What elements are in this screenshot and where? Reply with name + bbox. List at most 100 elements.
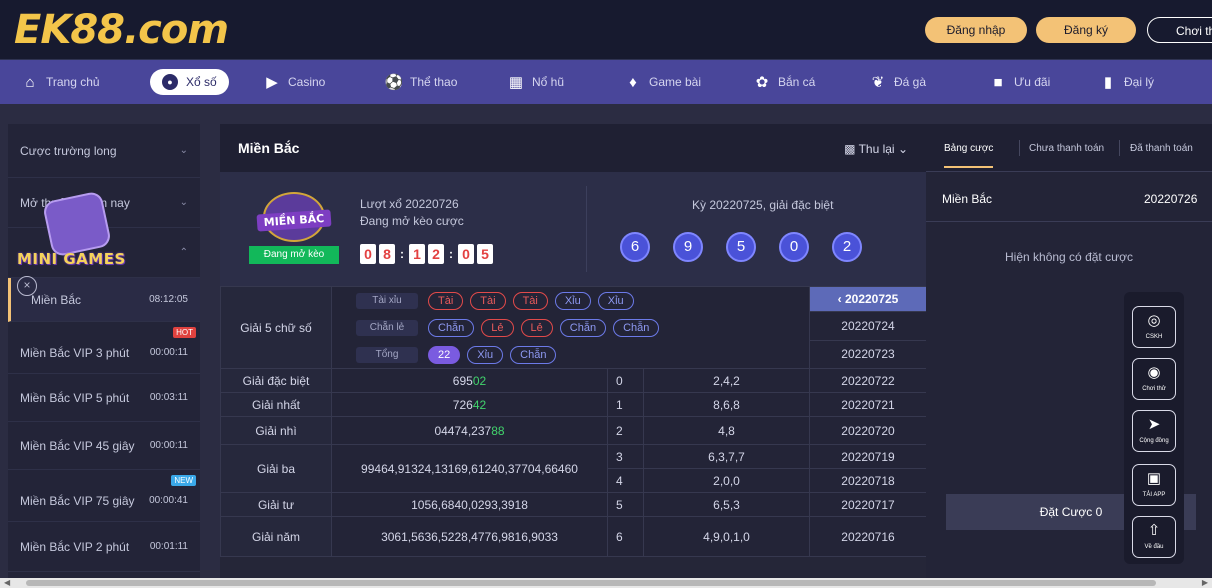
pill: Tài [428, 291, 464, 310]
home-icon: ⌂ [25, 73, 35, 91]
tab-bet-board[interactable]: Bảng cược [944, 143, 994, 168]
table-row: Giải tư 1056,6840,0293,3918 5 6,5,3 2022… [220, 492, 927, 517]
divider [926, 221, 1212, 222]
register-button[interactable]: Đăng ký [1036, 17, 1136, 43]
close-icon[interactable]: × [17, 276, 37, 296]
scrollbar-thumb[interactable] [26, 580, 1156, 586]
bet-tabs: Bảng cược Chưa thanh toán Đã thanh toán [926, 124, 1212, 172]
divider [586, 186, 587, 272]
date-item-active[interactable]: ‹ 20220725 [809, 285, 927, 313]
community-label: Cộng đồng [1139, 438, 1169, 444]
result-ball: 5 [726, 232, 756, 262]
nav-item-promo[interactable]: ■ Ưu đãi [990, 60, 1050, 104]
countdown-digit: 5 [477, 244, 493, 264]
result-ball: 9 [673, 232, 703, 262]
chevron-down-icon: ⌄ [179, 145, 188, 156]
nav-label: Thể thao [410, 75, 458, 89]
back-to-top-label: Về đầu [1144, 544, 1164, 550]
sidebar-item-vip-2[interactable]: Miền Bắc VIP 2 phút 00:01:11 [8, 522, 200, 572]
empty-message: Hiện không có đặt cược [1005, 250, 1133, 264]
bet-region: Miền Bắc [942, 192, 993, 206]
top-header: EK88.com Đăng nhập Đăng ký Chơi th [0, 0, 1212, 60]
nav-item-cardgame[interactable]: ♦ Game bài [625, 60, 701, 104]
scroll-right-icon[interactable]: ▶ [1202, 578, 1208, 587]
pill: Lẻ [481, 318, 514, 337]
pill: Tài [470, 291, 506, 310]
date-item[interactable]: 20220722 [809, 368, 927, 393]
nav-item-casino[interactable]: ▶ Casino [264, 60, 325, 104]
open-status-badge: Đang mở kèo [249, 246, 339, 264]
scroll-left-icon[interactable]: ◀ [4, 578, 10, 587]
prize-value: 3061,5636,5228,4776,9816,9033 [331, 516, 608, 557]
pill: Xỉu [554, 291, 591, 310]
countdown-digit: 8 [379, 244, 395, 264]
prize-value: 69502 [331, 368, 608, 393]
prize-value: 1056,6840,0293,3918 [331, 492, 608, 517]
fish-icon: ✿ [755, 74, 769, 91]
nav-item-lottery[interactable]: ● Xổ số [150, 69, 229, 95]
horizontal-scrollbar[interactable]: ◀ ▶ [0, 578, 1212, 588]
date-item[interactable]: 20220716 [809, 516, 927, 557]
sidebar-item-time: 00:00:41 [149, 495, 188, 506]
arrow-up-icon: ⇧ [1147, 522, 1161, 539]
table-row: Giải đặc biệt 69502 0 2,4,2 20220722 [220, 368, 927, 393]
head-index: 2 [607, 416, 644, 445]
nav-label: Nổ hũ [532, 75, 565, 89]
date-item[interactable]: 20220718 [809, 468, 927, 493]
mien-bac-badge: MIỀN BẮC Đang mở kèo [249, 192, 339, 264]
date-label: 20220725 [844, 292, 899, 307]
nav-item-cockfight[interactable]: ❦ Đá gà [870, 60, 926, 104]
community-button[interactable]: ➤ Cộng đồng [1132, 410, 1176, 452]
nav-item-sports[interactable]: ⚽ Thể thao [385, 60, 458, 104]
nav-item-home[interactable]: ⌂ Trang chủ [22, 60, 99, 104]
nav-label: Xổ số [186, 75, 217, 89]
prize-name: Giải đặc biệt [220, 368, 332, 393]
countdown: 0 8 : 1 2 : 0 5 [360, 244, 493, 264]
tab-settled[interactable]: Đã thanh toán [1130, 143, 1193, 154]
sidebar-item-vip-5[interactable]: Miền Bắc VIP 5 phút 00:03:11 [8, 374, 200, 422]
prize-name: Giải nhì [220, 416, 332, 445]
sidebar-item-vip-75s[interactable]: NEW Miền Bắc VIP 75 giây 00:00:41 [8, 470, 200, 522]
date-item[interactable]: 20220721 [809, 392, 927, 417]
collapse-button[interactable]: ▩ Thu lại ⌄ [844, 142, 908, 156]
nav-item-slots[interactable]: ▦ Nổ hũ [508, 60, 564, 104]
sidebar-item-long-streak[interactable]: Cược trường long ⌄ [8, 124, 200, 178]
try-play-label: Chơi thử [1142, 386, 1166, 392]
results-panel: Miền Bắc ▩ Thu lại ⌄ MIỀN BẮC Đang mở kè… [220, 124, 927, 588]
date-item[interactable]: 20220720 [809, 416, 927, 445]
download-app-button[interactable]: ▣ TẢI APP [1132, 464, 1176, 506]
prev-draw-label: Kỳ 20220725, giải đặc biệt [692, 198, 834, 212]
support-button[interactable]: ◎ CSKH [1132, 306, 1176, 348]
head-index: 5 [607, 492, 644, 517]
try-play-button[interactable]: ◉ Chơi thử [1132, 358, 1176, 400]
sidebar-item-time: 00:00:11 [149, 440, 188, 451]
tab-divider [1019, 140, 1020, 156]
date-item[interactable]: 20220723 [809, 339, 927, 370]
login-button[interactable]: Đăng nhập [925, 17, 1027, 43]
countdown-digit: 0 [458, 244, 474, 264]
back-to-top-button[interactable]: ⇧ Về đầu [1132, 516, 1176, 558]
date-item[interactable]: 20220717 [809, 492, 927, 517]
countdown-digit: 2 [428, 244, 444, 264]
sidebar-item-label: Miền Bắc VIP 75 giây [20, 493, 135, 508]
try-button[interactable]: Chơi th [1147, 17, 1212, 43]
ek88-logo[interactable]: EK88.com [14, 10, 229, 50]
nav-item-agent[interactable]: ▮ Đại lý [1100, 60, 1154, 104]
date-item[interactable]: 20220724 [809, 311, 927, 341]
sidebar-item-vip-3[interactable]: HOT Miền Bắc VIP 3 phút 00:00:11 [8, 322, 200, 374]
sidebar-item-vip-45s[interactable]: Miền Bắc VIP 45 giây 00:00:11 [8, 422, 200, 470]
mini-games-widget[interactable]: MINI GAMES × [17, 190, 129, 296]
prize-digits: 04474,237 [434, 423, 492, 438]
head-index: 0 [607, 368, 644, 393]
pill: Tài [512, 291, 548, 310]
combo-label: Chẵn lẻ [356, 319, 418, 336]
table-row: Giải 5 chữ số Tài xỉu Tài Tài Tài Xỉu Xỉ… [220, 285, 927, 369]
nav-label: Đại lý [1124, 75, 1155, 89]
nav-item-fishing[interactable]: ✿ Bắn cá [754, 60, 816, 104]
prize-name: Giải ba [220, 444, 332, 493]
date-item[interactable]: 20220719 [809, 444, 927, 469]
taixiu-row: Tài xỉu Tài Tài Tài Xỉu Xỉu [332, 287, 809, 314]
tab-unsettled[interactable]: Chưa thanh toán [1029, 143, 1104, 154]
nav-label: Bắn cá [778, 75, 816, 89]
sidebar-item-time: 08:12:05 [149, 294, 188, 305]
